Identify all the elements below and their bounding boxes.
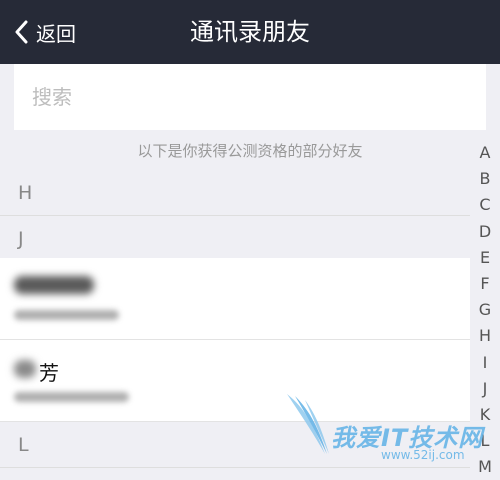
- contact-row[interactable]: 芳: [0, 340, 470, 422]
- index-letter-m[interactable]: M: [470, 454, 500, 480]
- nav-bar: 返回 通讯录朋友: [0, 0, 500, 64]
- back-button[interactable]: 返回: [14, 14, 76, 50]
- index-letter-l[interactable]: L: [470, 428, 500, 454]
- index-letter-f[interactable]: F: [470, 271, 500, 297]
- chevron-left-icon: [14, 20, 28, 44]
- index-letter-g[interactable]: G: [470, 297, 500, 323]
- search-input[interactable]: [14, 64, 486, 130]
- section-header-j: J: [0, 216, 470, 262]
- index-letter-e[interactable]: E: [470, 245, 500, 271]
- index-letter-j[interactable]: J: [470, 376, 500, 402]
- contact-detail-redacted: [14, 310, 119, 320]
- contact-avatar-redacted: [14, 360, 36, 378]
- contact-name: 芳: [39, 361, 59, 385]
- back-label: 返回: [36, 21, 76, 46]
- section-letter: L: [18, 434, 29, 456]
- index-letter-k[interactable]: K: [470, 402, 500, 428]
- contact-detail-redacted: [14, 392, 129, 402]
- search-bar: [14, 64, 486, 130]
- section-header-h: H: [0, 170, 470, 216]
- hint-text: 以下是你获得公测资格的部分好友: [137, 142, 363, 160]
- section-letter: H: [18, 182, 33, 204]
- contact-name-redacted: [14, 276, 94, 294]
- index-letter-a[interactable]: A: [470, 140, 500, 166]
- index-letter-h[interactable]: H: [470, 323, 500, 349]
- index-letter-b[interactable]: B: [470, 166, 500, 192]
- index-letter-i[interactable]: I: [470, 350, 500, 376]
- index-letter-d[interactable]: D: [470, 219, 500, 245]
- section-letter: J: [18, 228, 24, 250]
- section-header-l: L: [0, 422, 470, 468]
- alphabet-index[interactable]: A B C D E F G H I J K L M: [470, 140, 500, 480]
- index-letter-c[interactable]: C: [470, 192, 500, 218]
- contact-row[interactable]: [0, 258, 470, 340]
